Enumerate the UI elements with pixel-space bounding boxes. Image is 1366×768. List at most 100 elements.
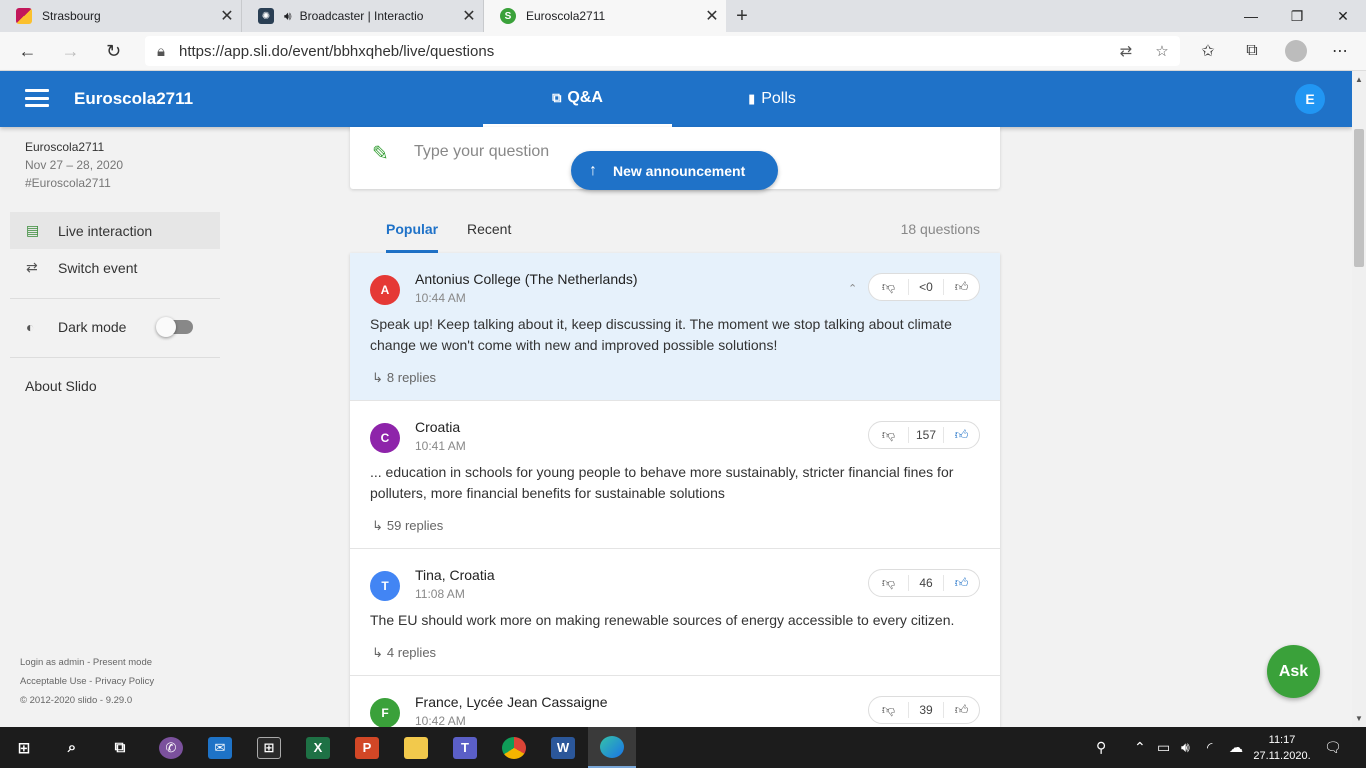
question-input[interactable]: Type your question	[414, 143, 549, 161]
close-tab-icon[interactable]: ✕	[698, 6, 726, 26]
tab-qa[interactable]: ⧉ Q&A	[483, 71, 672, 127]
thumbs-up-icon[interactable]: 👍︎	[943, 575, 979, 591]
notifications-icon[interactable]: 🗨︎	[1324, 727, 1342, 768]
strasbourg-favicon-icon	[16, 8, 32, 24]
replies-link[interactable]: ↳ 59 replies	[372, 518, 443, 534]
question-item[interactable]: A Antonius College (The Netherlands) 10:…	[350, 253, 1000, 401]
questions-list: A Antonius College (The Netherlands) 10:…	[350, 253, 1000, 727]
browser-tab-broadcaster[interactable]: ✺ 🔊︎ Broadcaster | Interactio ✕	[242, 0, 484, 32]
more-menu-icon[interactable]: ⋯	[1318, 32, 1362, 71]
user-avatar[interactable]: E	[1295, 84, 1325, 114]
viber-icon[interactable]: ✆	[147, 727, 195, 768]
sidebar-event-name: Euroscola2711	[25, 140, 105, 154]
chrome-icon[interactable]	[490, 727, 538, 768]
show-hidden-icons-chevron-icon[interactable]: ⌃	[1134, 727, 1146, 768]
excel-icon[interactable]: X	[294, 727, 342, 768]
window-controls: — ❐ ✕	[1228, 0, 1366, 32]
url-input[interactable]: 🔒︎ https://app.sli.do/event/bbhxqheb/liv…	[145, 36, 1180, 66]
browser-tab-euroscola[interactable]: S Euroscola2711 ✕	[484, 0, 726, 32]
profile-icon[interactable]	[1274, 32, 1318, 71]
favorites-list-icon[interactable]: ✩	[1186, 32, 1230, 71]
copyright-text: 2012-2020 slido - 9.29.0	[29, 695, 133, 706]
thumbs-down-icon[interactable]: 👎︎	[869, 427, 909, 443]
ask-button[interactable]: Ask	[1267, 645, 1320, 698]
question-item[interactable]: T Tina, Croatia 11:08 AM 👎︎ 46 👍︎ The EU…	[350, 549, 1000, 676]
browser-tab-strip: Strasbourg ✕ ✺ 🔊︎ Broadcaster | Interact…	[0, 0, 1366, 32]
vote-control: 👎︎ <0 👍︎	[868, 273, 980, 301]
powerpoint-icon[interactable]: P	[343, 727, 391, 768]
audio-playing-icon[interactable]: 🔊︎	[284, 9, 292, 24]
system-clock[interactable]: 11:17 27.11.2020.	[1252, 732, 1312, 764]
chat-bubble-icon: ⧉	[552, 89, 562, 105]
thumbs-up-icon[interactable]: 👍︎	[943, 702, 979, 718]
privacy-policy-link[interactable]: Privacy Policy	[95, 676, 154, 687]
tab-polls[interactable]: ▮ Polls	[672, 71, 872, 127]
sidebar-item-live-interaction[interactable]: ▤ Live interaction	[10, 212, 220, 249]
thumbs-down-icon[interactable]: 👎︎	[869, 702, 909, 718]
sidebar-event-hashtag: #Euroscola2711	[25, 176, 111, 190]
search-icon[interactable]: ⌕	[48, 727, 96, 768]
tab-popular[interactable]: Popular	[386, 221, 439, 253]
broadcaster-favicon-icon: ✺	[258, 8, 274, 24]
event-title: Euroscola2711	[74, 89, 194, 108]
scroll-up-icon[interactable]: ▲	[1355, 75, 1363, 84]
thumbs-down-icon[interactable]: 👎︎	[869, 575, 909, 591]
browser-tab-strasbourg[interactable]: Strasbourg ✕	[0, 0, 242, 32]
refresh-icon[interactable]: ↻	[92, 32, 135, 71]
dark-mode-toggle[interactable]	[156, 317, 193, 337]
translate-icon[interactable]: ⇄	[1108, 42, 1144, 60]
sidebar-item-label: Switch event	[58, 259, 138, 276]
replies-link[interactable]: ↳ 8 replies	[372, 370, 436, 386]
chevron-up-icon[interactable]: ⌃	[848, 282, 857, 295]
sidebar-item-switch-event[interactable]: ⇄ Switch event	[10, 249, 220, 286]
question-time: 10:44 AM	[415, 291, 466, 305]
minimize-icon[interactable]: —	[1228, 0, 1274, 32]
page-scrollbar[interactable]: ▲ ▼	[1352, 71, 1366, 727]
question-item[interactable]: C Croatia 10:41 AM 👎︎ 157 👍︎ ... educati…	[350, 401, 1000, 549]
thumbs-up-icon[interactable]: 👍︎	[943, 279, 979, 295]
favorite-star-icon[interactable]: ☆	[1144, 42, 1180, 60]
about-slido-link[interactable]: About Slido	[25, 378, 97, 394]
close-window-icon[interactable]: ✕	[1320, 0, 1366, 32]
battery-icon[interactable]: ▭	[1157, 727, 1170, 768]
people-icon[interactable]: ⚲	[1096, 727, 1106, 768]
arrow-up-icon: ↑	[589, 161, 597, 179]
sidebar-event-dates: Nov 27 – 28, 2020	[25, 158, 124, 172]
thumbs-up-icon[interactable]: 👍︎	[943, 427, 979, 443]
hamburger-menu-icon[interactable]	[25, 89, 49, 107]
question-item[interactable]: F France, Lycée Jean Cassaigne 10:42 AM …	[350, 676, 1000, 727]
collections-icon[interactable]: ⧉	[1230, 32, 1274, 71]
volume-icon[interactable]: 🔊︎	[1181, 727, 1190, 768]
thumbs-down-icon[interactable]: 👎︎	[869, 279, 909, 295]
present-mode-link[interactable]: Present mode	[93, 657, 152, 668]
scroll-down-icon[interactable]: ▼	[1355, 714, 1363, 723]
back-arrow-icon[interactable]: ←	[6, 32, 49, 71]
word-icon[interactable]: W	[539, 727, 587, 768]
file-explorer-icon[interactable]	[392, 727, 440, 768]
teams-icon[interactable]: T	[441, 727, 489, 768]
clock-time: 11:17	[1268, 734, 1296, 746]
new-announcement-button[interactable]: ↑ New announcement	[571, 151, 778, 190]
reply-arrow-icon: ↳	[372, 370, 383, 385]
windows-start-icon[interactable]: ⊞	[0, 727, 48, 768]
close-tab-icon[interactable]: ✕	[213, 6, 241, 26]
restore-icon[interactable]: ❐	[1274, 0, 1320, 32]
replies-link[interactable]: ↳ 4 replies	[372, 645, 436, 661]
new-tab-button[interactable]: +	[726, 0, 758, 32]
wifi-icon[interactable]: ◜	[1207, 727, 1212, 768]
tab-recent[interactable]: Recent	[467, 221, 511, 250]
new-announcement-label: New announcement	[613, 162, 746, 179]
task-view-icon[interactable]: ⧉	[96, 727, 144, 768]
close-tab-icon[interactable]: ✕	[455, 6, 483, 26]
scrollbar-thumb[interactable]	[1354, 129, 1364, 267]
acceptable-use-link[interactable]: Acceptable Use	[20, 676, 87, 687]
onedrive-cloud-icon[interactable]: ☁	[1229, 727, 1243, 768]
forward-arrow-icon[interactable]: →	[49, 32, 92, 71]
edge-icon[interactable]	[588, 727, 636, 768]
store-icon[interactable]: ⊞	[245, 727, 293, 768]
login-admin-link[interactable]: Login as admin	[20, 657, 84, 668]
tab-title: Broadcaster | Interactio	[299, 9, 424, 23]
avatar: F	[370, 698, 400, 727]
tab-polls-label: Polls	[761, 90, 796, 107]
mail-icon[interactable]: ✉	[196, 727, 244, 768]
